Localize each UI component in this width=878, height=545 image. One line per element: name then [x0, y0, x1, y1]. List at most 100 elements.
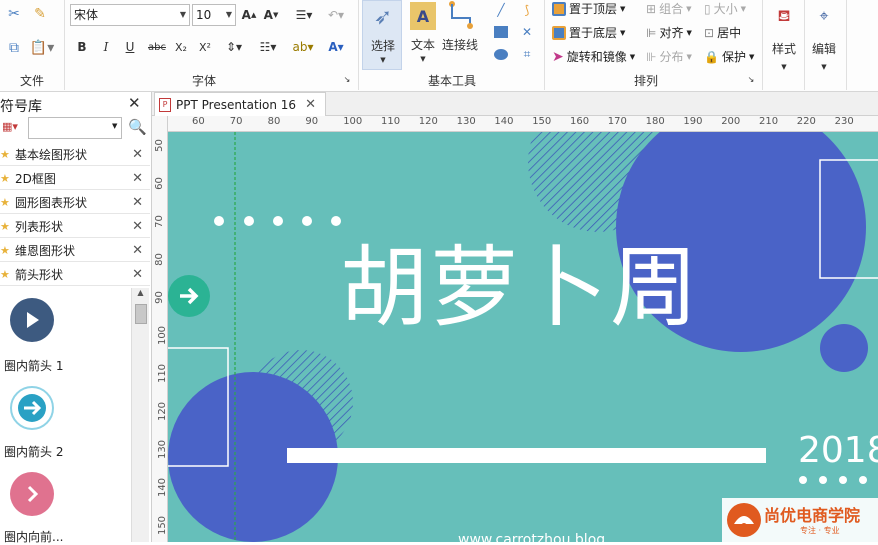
close-icon[interactable]: ✕	[132, 147, 143, 162]
edit-button[interactable]: ⌖ 编辑 ▼	[806, 0, 842, 80]
library-item[interactable]: ★ 基本绘图形状 ✕	[0, 143, 150, 166]
connector-tool-button[interactable]: 连接线	[440, 0, 480, 70]
slide-url[interactable]: www.carrotzhou.blog	[458, 532, 605, 542]
library-item[interactable]: ★ 列表形状 ✕	[0, 215, 150, 238]
format-painter-icon[interactable]: ✂	[4, 4, 24, 24]
font-name-select[interactable]: 宋体 ▼	[70, 4, 190, 26]
bold-button[interactable]: B	[74, 38, 90, 56]
library-label: 列表形状	[15, 219, 64, 234]
search-icon[interactable]: 🔍	[128, 118, 147, 136]
strikethrough-button[interactable]: abc	[146, 38, 168, 56]
scrollbar-thumb[interactable]	[135, 304, 147, 324]
size-button[interactable]: ▯ 大小 ▼	[704, 0, 746, 17]
close-icon[interactable]: ✕	[132, 219, 143, 234]
distribute-button[interactable]: ⊪ 分布 ▼	[646, 48, 692, 65]
slide-year[interactable]: 2018	[798, 430, 878, 471]
play-circle-icon	[27, 312, 39, 328]
shape-label: 圈内箭头 2	[4, 445, 64, 459]
cross-point-icon[interactable]: ✕	[518, 24, 536, 40]
library-label: 基本绘图形状	[15, 147, 88, 162]
ruler-tick-label: 80	[267, 116, 281, 127]
scroll-up-icon[interactable]: ▲	[132, 288, 149, 297]
slide-canvas[interactable]: 胡萝卜周 2018 www.carrotzhou.blog 尚优电商学院 专注 …	[168, 132, 878, 542]
panel-scrollbar[interactable]: ▲	[131, 288, 149, 542]
paste-icon[interactable]: 📋▾	[28, 38, 56, 58]
document-tab[interactable]: P PPT Presentation 16 ✕	[154, 92, 326, 116]
highlight-icon[interactable]: ab▾	[288, 38, 318, 56]
shape-chevron-circle[interactable]	[10, 472, 54, 516]
center-button[interactable]: ⊡ 居中	[704, 24, 741, 41]
library-item[interactable]: ★ 维恩图形状 ✕	[0, 239, 150, 262]
library-item[interactable]: ★ 箭头形状 ✕	[0, 263, 150, 286]
shape-arrow-circle[interactable]	[10, 386, 54, 430]
center-icon: ⊡	[704, 25, 715, 40]
font-color-icon[interactable]: A▾	[322, 38, 350, 56]
crop-icon[interactable]: ⌗	[518, 46, 536, 62]
shrink-font-icon[interactable]: A ▼	[262, 6, 280, 24]
library-icon[interactable]: ▦▾	[2, 120, 24, 136]
decor-dot	[839, 476, 847, 484]
close-icon[interactable]: ✕	[132, 267, 143, 282]
copy-icon[interactable]: ⧉	[4, 38, 24, 58]
connector-icon	[449, 1, 473, 29]
dialog-launcher-icon[interactable]: ↘	[342, 74, 352, 84]
curve-shape-icon[interactable]: ⟆	[518, 2, 536, 18]
font-size-select[interactable]: 10 ▼	[192, 4, 236, 26]
ruler-tick-label: 140	[494, 116, 514, 127]
close-icon[interactable]: ✕	[132, 171, 143, 186]
close-icon[interactable]: ✕	[305, 97, 316, 112]
italic-button[interactable]: I	[98, 38, 114, 56]
ruler-tick-label: 60	[153, 177, 165, 190]
dialog-launcher-icon[interactable]: ↘	[746, 74, 756, 84]
shape-play-circle[interactable]	[10, 298, 54, 342]
line-shape-icon[interactable]: ╱	[492, 2, 510, 18]
brush-icon[interactable]: ✎	[30, 4, 50, 24]
ellipse-shape-icon[interactable]	[492, 46, 510, 62]
library-item[interactable]: ★ 2D框图 ✕	[0, 167, 150, 190]
ruler-tick-label: 140	[157, 477, 168, 498]
ruler-tick-label: 90	[305, 116, 319, 127]
bring-front-label: 置于顶层	[569, 2, 618, 16]
slide-title[interactable]: 胡萝卜周	[340, 244, 700, 332]
arrow-right-icon	[180, 287, 199, 305]
group-label-arrange: 排列	[634, 74, 659, 88]
protect-label: 保护	[721, 50, 746, 64]
close-icon[interactable]: ✕	[128, 94, 141, 112]
select-tool-button[interactable]: ➶ 选择 ▼	[362, 0, 402, 70]
shape-label: 圈内向前...	[4, 530, 64, 544]
bring-to-front-button[interactable]: 置于顶层 ▼	[552, 0, 625, 17]
center-label: 居中	[717, 26, 742, 40]
ruler-tick-label: 50	[153, 139, 165, 152]
protect-button[interactable]: 🔒 保护 ▼	[704, 48, 754, 65]
close-icon[interactable]: ✕	[132, 195, 143, 210]
grow-font-icon[interactable]: A ▲	[240, 6, 258, 24]
ruler-tick-label: 70	[229, 116, 243, 127]
rectangle-shape-icon[interactable]	[492, 24, 510, 40]
library-search-input[interactable]	[28, 117, 122, 139]
decor-dot	[859, 476, 867, 484]
text-tool-button[interactable]: A 文本 ▼	[404, 0, 442, 70]
ribbon-separator	[804, 0, 805, 90]
superscript-button[interactable]: X²	[196, 38, 214, 56]
underline-button[interactable]: U	[122, 38, 138, 56]
horizontal-ruler[interactable]: 60 70 80 90 100 110 120 130 140 150 160 170 180 190 20…	[168, 116, 878, 132]
vertical-ruler[interactable]: 50 60 70 80 90 100 110 120 130 140 150	[152, 116, 168, 542]
library-item[interactable]: ★ 圆形图表形状 ✕	[0, 191, 150, 214]
align-text-icon[interactable]: ☰▾	[290, 6, 318, 24]
arrow-circle-shape[interactable]	[168, 275, 210, 317]
star-icon: ★	[0, 219, 10, 233]
ppt-file-icon: P	[159, 97, 171, 112]
line-spacing-icon[interactable]: ⇕▾	[220, 38, 248, 56]
rotate-mirror-button[interactable]: ➤ 旋转和镜像 ▼	[552, 48, 635, 65]
clear-format-icon[interactable]: ↶▾	[322, 6, 350, 24]
bullet-list-icon[interactable]: ☷▾	[254, 38, 282, 56]
style-button[interactable]: ⛾ 样式 ▼	[766, 0, 802, 80]
group-label-basic-tools: 基本工具	[428, 74, 477, 88]
watermark-logo: 尚优电商学院 专注 · 专业	[722, 498, 878, 542]
align-label: 对齐	[659, 26, 684, 40]
subscript-button[interactable]: X₂	[172, 38, 190, 56]
send-to-back-button[interactable]: 置于底层 ▼	[552, 24, 625, 41]
align-button[interactable]: ⊫ 对齐 ▼	[646, 24, 692, 41]
group-button[interactable]: ⊞ 组合 ▼	[646, 0, 691, 17]
close-icon[interactable]: ✕	[132, 243, 143, 258]
